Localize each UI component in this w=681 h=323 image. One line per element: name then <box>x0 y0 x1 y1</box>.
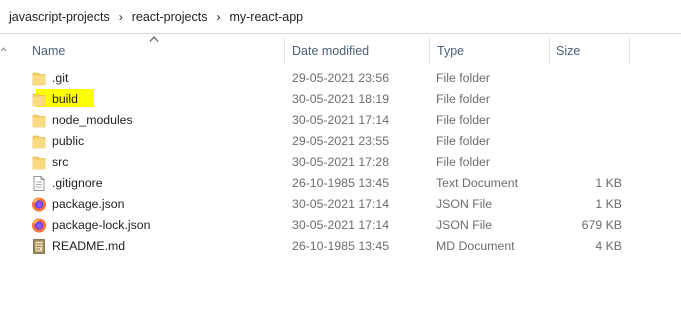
column-divider[interactable] <box>549 37 550 63</box>
file-list: Name Date modified Type Size .git 29-05-2… <box>0 33 681 323</box>
file-type: JSON File <box>436 197 493 211</box>
file-name: node_modules <box>52 113 133 127</box>
file-size <box>556 152 622 173</box>
file-date-modified: 29-05-2021 23:55 <box>292 134 390 148</box>
text-document-icon <box>30 175 48 192</box>
column-header-name[interactable]: Name <box>32 33 65 63</box>
file-size: 1 KB <box>595 197 622 211</box>
file-size <box>556 89 622 110</box>
file-type: MD Document <box>436 239 515 253</box>
sort-ascending-icon <box>149 36 159 42</box>
file-name: package.json <box>52 197 125 211</box>
md-document-icon <box>30 238 48 255</box>
file-row[interactable]: package.json 30-05-2021 17:14 JSON File 1 K… <box>0 194 681 215</box>
file-date-modified: 30-05-2021 17:28 <box>292 155 390 169</box>
file-date-modified: 26-10-1985 13:45 <box>292 239 390 253</box>
folder-icon <box>30 112 48 129</box>
file-row[interactable]: .gitignore 26-10-1985 13:45 Text Document 1… <box>0 173 681 194</box>
file-row[interactable]: src 30-05-2021 17:28 File folder <box>0 152 681 173</box>
file-type: File folder <box>436 71 490 85</box>
file-size <box>556 68 622 89</box>
file-row[interactable]: public 29-05-2021 23:55 File folder <box>0 131 681 152</box>
file-type: File folder <box>436 113 490 127</box>
file-name: README.md <box>52 239 126 253</box>
breadcrumb-item-react-projects[interactable]: react-projects <box>129 10 211 24</box>
file-size: 1 KB <box>595 176 622 190</box>
breadcrumb-separator-icon[interactable]: › <box>210 10 226 24</box>
file-date-modified: 26-10-1985 13:45 <box>292 176 390 190</box>
address-bar[interactable]: javascript-projects › react-projects › m… <box>0 0 681 34</box>
file-size: 4 KB <box>595 239 622 253</box>
file-type: Text Document <box>436 176 519 190</box>
column-divider[interactable] <box>629 37 630 63</box>
file-explorer-window: javascript-projects › react-projects › m… <box>0 0 681 323</box>
file-size: 679 KB <box>581 218 622 232</box>
column-header-row: Name Date modified Type Size <box>0 33 681 63</box>
column-divider[interactable] <box>284 37 285 63</box>
file-size <box>556 110 622 131</box>
file-row[interactable]: node_modules 30-05-2021 17:14 File folder <box>0 110 681 131</box>
file-name: src <box>52 155 69 169</box>
file-date-modified: 30-05-2021 17:14 <box>292 113 390 127</box>
file-row[interactable]: build 30-05-2021 18:19 File folder <box>0 89 681 110</box>
file-type: File folder <box>436 155 490 169</box>
firefox-icon <box>30 196 48 213</box>
folder-icon <box>30 91 48 108</box>
breadcrumb-item-javascript-projects[interactable]: javascript-projects <box>6 10 113 24</box>
file-date-modified: 30-05-2021 17:14 <box>292 197 390 211</box>
file-type: File folder <box>436 134 490 148</box>
file-name: .gitignore <box>52 176 103 190</box>
column-header-date-modified[interactable]: Date modified <box>292 33 369 63</box>
file-date-modified: 30-05-2021 17:14 <box>292 218 390 232</box>
file-type: File folder <box>436 92 490 106</box>
firefox-icon <box>30 217 48 234</box>
file-name: build <box>52 92 78 106</box>
file-date-modified: 29-05-2021 23:56 <box>292 71 390 85</box>
file-date-modified: 30-05-2021 18:19 <box>292 92 390 106</box>
file-row[interactable]: package-lock.json 30-05-2021 17:14 JSON Fi… <box>0 215 681 236</box>
file-row[interactable]: .git 29-05-2021 23:56 File folder <box>0 68 681 89</box>
file-name: package-lock.json <box>52 218 151 232</box>
column-header-size[interactable]: Size <box>556 33 580 63</box>
column-divider[interactable] <box>429 37 430 63</box>
breadcrumb: javascript-projects › react-projects › m… <box>6 9 306 25</box>
file-name: .git <box>52 71 69 85</box>
file-row[interactable]: README.md 26-10-1985 13:45 MD Document 4 KB <box>0 236 681 257</box>
folder-icon <box>30 133 48 150</box>
file-type: JSON File <box>436 218 493 232</box>
file-name: public <box>52 134 85 148</box>
folder-icon <box>30 154 48 171</box>
file-size <box>556 131 622 152</box>
folder-icon <box>30 70 48 87</box>
column-header-type[interactable]: Type <box>437 33 464 63</box>
breadcrumb-item-my-react-app[interactable]: my-react-app <box>226 10 306 24</box>
breadcrumb-separator-icon[interactable]: › <box>113 10 129 24</box>
